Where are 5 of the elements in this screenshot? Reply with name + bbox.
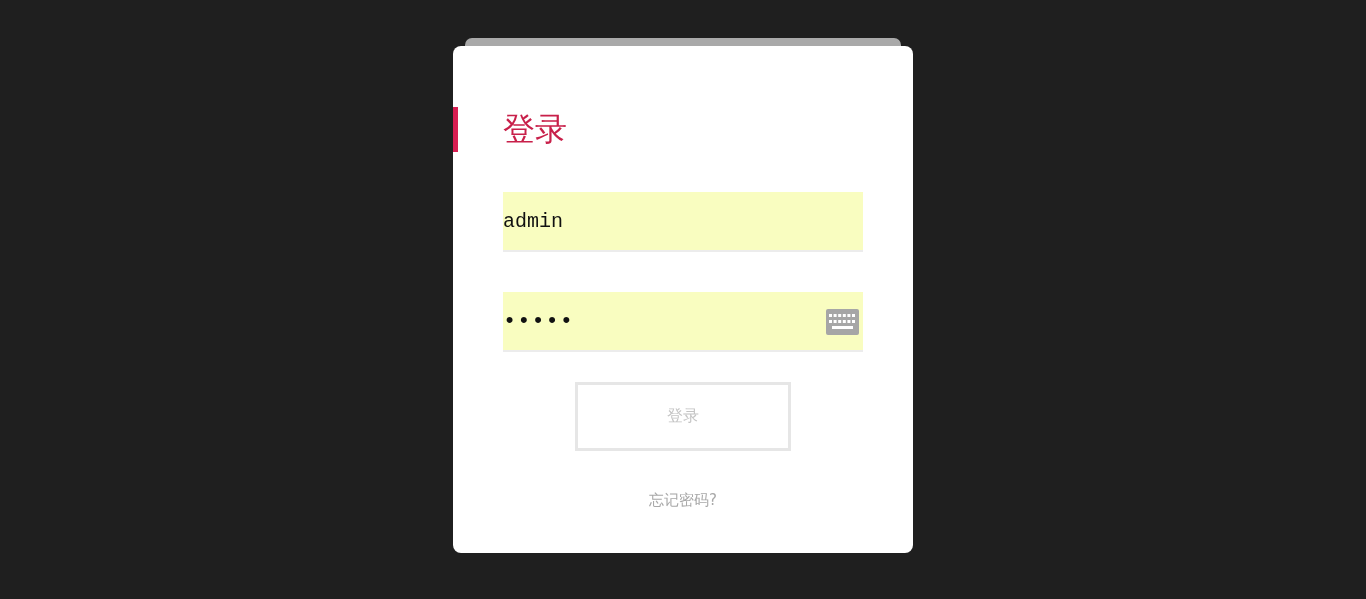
keyboard-icon[interactable] xyxy=(826,309,859,335)
password-field[interactable]: ••••• xyxy=(503,292,863,352)
login-title: 登录 xyxy=(503,109,567,149)
accent-bar xyxy=(453,107,458,152)
username-field[interactable]: admin xyxy=(503,192,863,252)
